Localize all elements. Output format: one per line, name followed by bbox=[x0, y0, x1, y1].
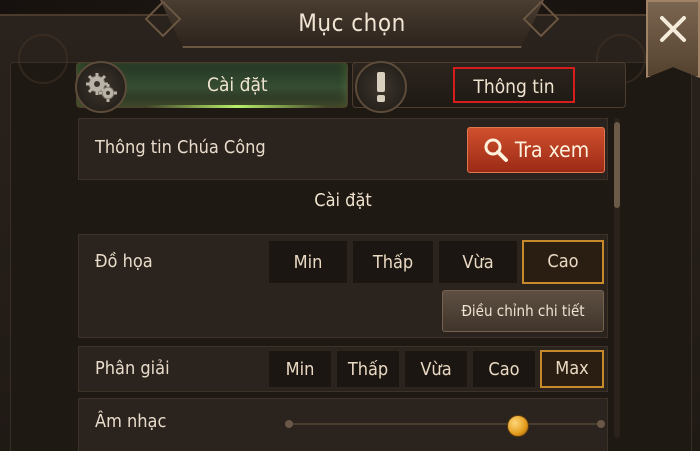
music-slider-knob[interactable] bbox=[506, 415, 529, 437]
detail-adjust-button[interactable]: Điều chỉnh chi tiết bbox=[442, 290, 604, 332]
resolution-option-high[interactable]: Cao bbox=[472, 350, 536, 388]
graphics-option-medium[interactable]: Vừa bbox=[438, 240, 518, 284]
graphics-option-low[interactable]: Thấp bbox=[352, 240, 434, 284]
lord-info-row: Thông tin Chúa Công Tra xem bbox=[78, 118, 608, 180]
gear-icon bbox=[75, 61, 127, 113]
title-bar: Mục chọn bbox=[160, 0, 544, 48]
music-row: Âm nhạc bbox=[78, 398, 608, 451]
tab-info-label: Thông tin bbox=[453, 67, 575, 103]
corner-ornament bbox=[18, 34, 68, 84]
slider-end-right bbox=[597, 420, 605, 428]
options-dialog: Mục chọn Cài đặt Thông tin Thông tin Chú… bbox=[0, 0, 700, 451]
resolution-label: Phân giải bbox=[95, 358, 170, 379]
resolution-option-min[interactable]: Min bbox=[268, 350, 332, 388]
resolution-option-low[interactable]: Thấp bbox=[336, 350, 400, 388]
tab-info[interactable]: Thông tin bbox=[352, 61, 626, 113]
view-lord-button[interactable]: Tra xem bbox=[467, 127, 605, 173]
music-slider-track[interactable] bbox=[289, 423, 601, 425]
graphics-option-high[interactable]: Cao bbox=[522, 240, 604, 284]
graphics-option-min[interactable]: Min bbox=[268, 240, 348, 284]
music-label: Âm nhạc bbox=[95, 411, 167, 432]
resolution-option-max[interactable]: Max bbox=[540, 350, 604, 388]
view-lord-label: Tra xem bbox=[514, 138, 590, 162]
close-icon bbox=[660, 16, 686, 42]
graphics-label: Đồ họa bbox=[95, 251, 153, 272]
scrollbar[interactable] bbox=[614, 118, 620, 438]
close-button[interactable] bbox=[646, 0, 700, 78]
scrollbar-thumb[interactable] bbox=[614, 122, 620, 208]
magnifier-icon bbox=[484, 138, 508, 162]
tab-settings[interactable]: Cài đặt bbox=[75, 61, 348, 113]
resolution-option-medium[interactable]: Vừa bbox=[404, 350, 468, 388]
slider-end-left bbox=[285, 420, 293, 428]
exclamation-icon bbox=[355, 61, 407, 113]
dialog-title: Mục chọn bbox=[298, 9, 406, 37]
section-title: Cài đặt bbox=[314, 190, 372, 211]
lord-info-label: Thông tin Chúa Công bbox=[95, 137, 266, 158]
tab-settings-label: Cài đặt bbox=[207, 74, 268, 96]
settings-panel: Thông tin Chúa Công Tra xem Cài đặt Đồ h… bbox=[78, 118, 608, 451]
